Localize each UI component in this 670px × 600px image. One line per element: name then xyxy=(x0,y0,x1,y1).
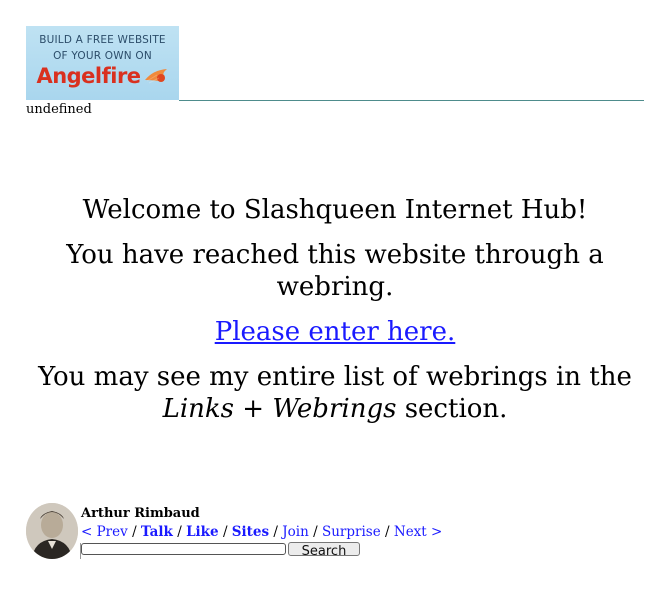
welcome-section: Welcome to Slashqueen Internet Hub! You … xyxy=(20,194,650,438)
webring-search-button[interactable]: Search xyxy=(288,542,360,556)
nav-separator: / xyxy=(132,524,137,540)
webrings-note-end: section. xyxy=(404,394,508,424)
nav-separator: / xyxy=(385,524,390,540)
webring-next-link[interactable]: Next > xyxy=(394,524,442,540)
undefined-text: undefined xyxy=(26,102,92,117)
webring-prev-link[interactable]: < Prev xyxy=(81,524,128,540)
header-divider xyxy=(179,100,644,101)
angelfire-wordmark: Angelfire xyxy=(36,64,141,88)
webrings-list-note: You may see my entire list of webrings i… xyxy=(20,361,650,425)
webring-talk-link[interactable]: Talk xyxy=(141,524,173,540)
webring-sites-link[interactable]: Sites xyxy=(232,524,269,540)
angelfire-banner[interactable]: BUILD A FREE WEBSITE OF YOUR OWN ON Ange… xyxy=(26,26,179,100)
links-webrings-section-name: Links + Webrings xyxy=(162,394,397,424)
banner-tagline-1: BUILD A FREE WEBSITE xyxy=(39,34,166,46)
webring-join-link[interactable]: Join xyxy=(282,524,309,540)
banner-tagline-2: OF YOUR OWN ON xyxy=(53,50,152,62)
nav-separator: / xyxy=(177,524,182,540)
nav-separator: / xyxy=(313,524,318,540)
enter-link[interactable]: Please enter here. xyxy=(215,317,456,347)
webring-surprise-link[interactable]: Surprise xyxy=(322,524,381,540)
nav-separator: / xyxy=(222,524,228,540)
webrings-note-start: You may see my entire list of webrings i… xyxy=(38,362,632,392)
webring-notice: You have reached this website through a … xyxy=(66,240,604,302)
webring-nav: < Prev / Talk / Like / Sites / Join / Su… xyxy=(81,523,442,541)
webring-widget: Arthur Rimbaud < Prev / Talk / Like / Si… xyxy=(26,503,446,563)
webring-like-link[interactable]: Like xyxy=(186,524,219,540)
webring-title: Arthur Rimbaud xyxy=(81,506,200,521)
welcome-heading: Welcome to Slashqueen Internet Hub! xyxy=(82,195,588,225)
comet-icon xyxy=(143,66,169,86)
webring-search-input[interactable] xyxy=(81,543,286,555)
portrait-avatar xyxy=(26,503,78,559)
nav-separator: / xyxy=(273,524,278,540)
angelfire-logo: Angelfire xyxy=(26,64,179,88)
